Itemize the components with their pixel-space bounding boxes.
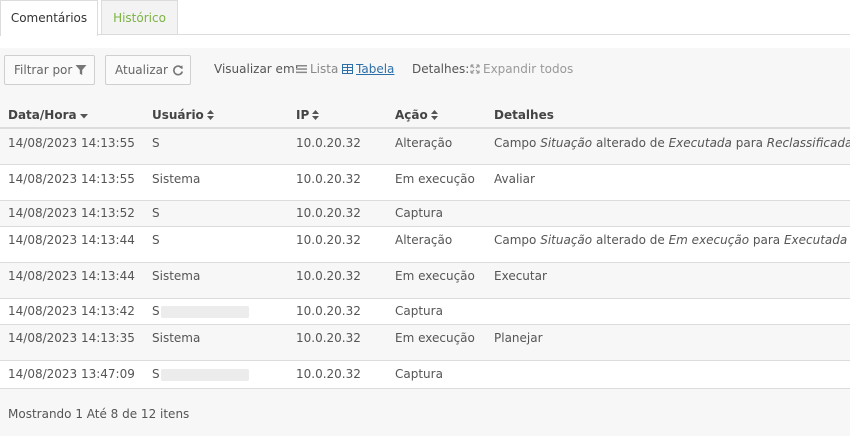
table-row: 14/08/2023 14:13:55 S 10.0.20.32 Alteraç…	[0, 129, 850, 165]
cell-user: S	[152, 136, 160, 150]
refresh-button-label: Atualizar	[115, 63, 168, 77]
cell-action: Captura	[395, 206, 443, 220]
sort-icon	[430, 110, 438, 120]
expand-all-label: Expandir todos	[483, 62, 574, 76]
table-row: 14/08/2023 14:13:44 Sistema 10.0.20.32 E…	[0, 263, 850, 299]
pagination-info: Mostrando 1 Até 8 de 12 itens	[8, 407, 190, 421]
tab-comentarios[interactable]: Comentários	[0, 0, 98, 36]
cell-ip: 10.0.20.32	[296, 304, 361, 318]
cell-user: S	[152, 206, 160, 220]
cell-date: 14/08/2023 14:13:55	[8, 136, 135, 150]
cell-date: 14/08/2023 14:13:44	[8, 233, 135, 247]
cell-user: Sistema	[152, 331, 201, 345]
cell-date: 14/08/2023 14:13:35	[8, 331, 135, 345]
refresh-button[interactable]: Atualizar	[105, 55, 191, 85]
cell-ip: 10.0.20.32	[296, 206, 361, 220]
cell-date: 14/08/2023 14:13:55	[8, 172, 135, 186]
cell-user: S	[152, 233, 160, 247]
view-mode-label: Visualizar em:	[214, 62, 299, 76]
sort-icon	[206, 110, 214, 120]
refresh-icon	[173, 65, 184, 76]
cell-action: Captura	[395, 304, 443, 318]
cell-ip: 10.0.20.32	[296, 367, 361, 381]
table-row: 14/08/2023 14:13:55 Sistema 10.0.20.32 E…	[0, 165, 850, 201]
cell-date: 14/08/2023 14:13:52	[8, 206, 135, 220]
tab-bar: Comentários Histórico	[0, 0, 850, 36]
column-header-action-label: Ação	[395, 108, 428, 122]
cell-user: Sistema	[152, 172, 201, 186]
list-icon	[296, 65, 307, 74]
cell-ip: 10.0.20.32	[296, 172, 361, 186]
cell-details: Campo Situação alterado de Executada par…	[494, 136, 850, 150]
view-table-link[interactable]: Tabela	[342, 62, 394, 76]
table-row: 14/08/2023 14:13:52 S 10.0.20.32 Captura	[0, 201, 850, 227]
table-icon	[342, 64, 353, 74]
cell-date: 14/08/2023 13:47:09	[8, 367, 135, 381]
cell-details: Executar	[494, 269, 547, 283]
cell-user: S	[152, 304, 160, 318]
view-list-label: Lista	[310, 62, 339, 76]
column-header-ip[interactable]: IP	[296, 108, 320, 122]
cell-action: Alteração	[395, 136, 453, 150]
cell-ip: 10.0.20.32	[296, 269, 361, 283]
tab-historico[interactable]: Histórico	[101, 0, 178, 35]
expand-all-link[interactable]: Expandir todos	[470, 62, 573, 76]
details-label: Detalhes:	[412, 62, 470, 76]
cell-action: Em execução	[395, 331, 475, 345]
cell-ip: 10.0.20.32	[296, 331, 361, 345]
redacted-user	[161, 369, 249, 381]
funnel-icon	[75, 65, 87, 75]
cell-action: Em execução	[395, 172, 475, 186]
history-panel: Filtrar por Atualizar Visualizar em: Lis…	[0, 48, 850, 436]
column-header-ip-label: IP	[296, 108, 310, 122]
cell-ip: 10.0.20.32	[296, 136, 361, 150]
filter-button-label: Filtrar por	[14, 63, 73, 77]
sort-desc-icon	[79, 114, 88, 119]
table-row: 14/08/2023 14:13:44 S 10.0.20.32 Alteraç…	[0, 227, 850, 263]
table-row: 14/08/2023 14:13:42 S 10.0.20.32 Captura	[0, 299, 850, 325]
view-list-link[interactable]: Lista	[296, 62, 338, 76]
redacted-user	[161, 306, 249, 318]
cell-action: Alteração	[395, 233, 453, 247]
column-header-user-label: Usuário	[152, 108, 204, 122]
cell-action: Captura	[395, 367, 443, 381]
table-row: 14/08/2023 14:13:35 Sistema 10.0.20.32 E…	[0, 325, 850, 361]
cell-details: Campo Situação alterado de Em execução p…	[494, 233, 848, 247]
column-header-user[interactable]: Usuário	[152, 108, 214, 122]
filter-button[interactable]: Filtrar por	[4, 55, 95, 85]
sort-icon	[312, 110, 320, 120]
cell-date: 14/08/2023 14:13:44	[8, 269, 135, 283]
expand-icon	[470, 64, 480, 74]
column-header-date-label: Data/Hora	[8, 108, 77, 122]
toolbar: Filtrar por Atualizar Visualizar em: Lis…	[4, 55, 850, 85]
view-table-label: Tabela	[356, 62, 395, 76]
cell-action: Em execução	[395, 269, 475, 283]
cell-details: Planejar	[494, 331, 543, 345]
column-header-action[interactable]: Ação	[395, 108, 438, 122]
table-header: Data/Hora Usuário IP Ação Detalhes	[0, 105, 850, 129]
cell-ip: 10.0.20.32	[296, 233, 361, 247]
column-header-date[interactable]: Data/Hora	[8, 108, 88, 122]
cell-date: 14/08/2023 14:13:42	[8, 304, 135, 318]
cell-user: S	[152, 367, 160, 381]
cell-user: Sistema	[152, 269, 201, 283]
column-header-details: Detalhes	[494, 108, 554, 122]
table-row: 14/08/2023 13:47:09 S 10.0.20.32 Captura	[0, 361, 850, 389]
cell-details: Avaliar	[494, 172, 535, 186]
